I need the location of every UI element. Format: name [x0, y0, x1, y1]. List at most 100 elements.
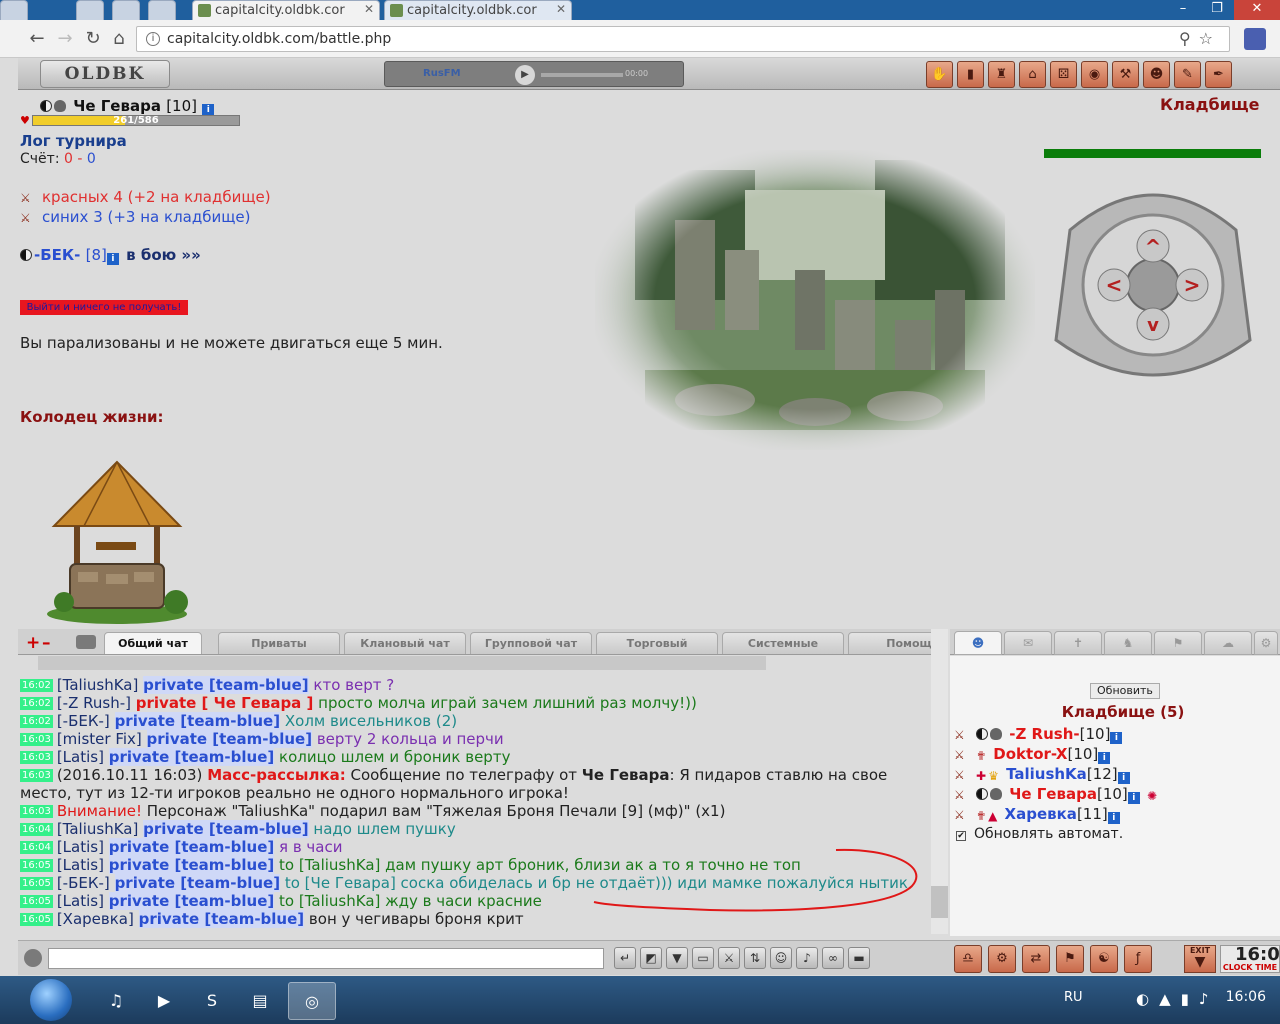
bag-icon[interactable]: ♜	[988, 61, 1015, 88]
tab-group-chat[interactable]: Групповой чат	[470, 632, 592, 654]
player-name[interactable]: TaliushKa	[1006, 765, 1087, 783]
message-author[interactable]: [Latis]	[57, 856, 104, 874]
message-recipient[interactable]: private [team-blue]	[138, 910, 305, 928]
message-author[interactable]: [TaliushKa]	[57, 820, 139, 838]
tab-trade[interactable]: Торговый	[596, 632, 718, 654]
online-players-tab-icon[interactable]: ☻	[954, 631, 1002, 655]
smiley-face-icon[interactable]	[24, 949, 42, 967]
chat-message-input[interactable]	[48, 948, 604, 969]
message-author[interactable]: [Latis]	[57, 892, 104, 910]
message-author[interactable]: Че Гевара	[582, 766, 670, 784]
sword-icon[interactable]: ⚔	[718, 947, 740, 969]
message-recipient[interactable]: private [team-blue]	[114, 874, 281, 892]
notes-icon[interactable]: ✎	[1174, 61, 1201, 88]
groups-tab-icon[interactable]: ♞	[1104, 631, 1152, 655]
browser-tab-pinned[interactable]	[0, 0, 28, 20]
message-recipient[interactable]: private [team-blue]	[108, 748, 275, 766]
tab-system[interactable]: Системные	[722, 632, 844, 654]
message-recipient[interactable]: private [team-blue]	[108, 892, 275, 910]
move-right-button[interactable]: >	[1175, 268, 1209, 302]
info-icon[interactable]: i	[1117, 772, 1130, 784]
translate-icon[interactable]: ⇅	[744, 947, 766, 969]
opponent-status[interactable]: в бою »»	[126, 246, 201, 264]
move-down-button[interactable]: v	[1136, 307, 1170, 341]
player-name[interactable]: Харевка	[1005, 805, 1077, 823]
file-explorer-icon[interactable]: ▤	[236, 982, 284, 1020]
bank-icon[interactable]: ⌂	[1019, 61, 1046, 88]
send-icon[interactable]: ↵	[614, 947, 636, 969]
checkbox-checked-icon[interactable]: ✔	[956, 831, 966, 841]
online-player-row[interactable]: ⚔ -Z Rush-[10] i	[954, 724, 1159, 744]
home-icon[interactable]: ⌂	[108, 28, 130, 50]
message-author[interactable]: [Latis]	[57, 838, 104, 856]
tournament-log-link[interactable]: Лог турнира	[20, 132, 127, 150]
flag-icon[interactable]: ⚑	[1056, 945, 1084, 973]
skype-icon[interactable]: S	[188, 982, 236, 1020]
player-name[interactable]: -Z Rush-	[1009, 725, 1079, 743]
browser-tab-pinned[interactable]	[112, 0, 140, 20]
money-bag-icon[interactable]: ♎	[954, 945, 982, 973]
chat-font-decrease-icon[interactable]: –	[42, 633, 51, 653]
stats-icon[interactable]: ▮	[957, 61, 984, 88]
online-player-row[interactable]: ⚔ Че Гевара[10] i ✺	[954, 784, 1159, 804]
emoticon-icon[interactable]: ☺	[770, 947, 792, 969]
game-logo[interactable]: OLDBK	[40, 60, 170, 88]
maximize-icon[interactable]: ❐	[1200, 0, 1234, 20]
exit-button[interactable]: EXIT ▼	[1184, 945, 1216, 973]
inventory-icon[interactable]: ✋	[926, 61, 953, 88]
info-icon[interactable]: i	[1110, 732, 1123, 744]
language-indicator[interactable]: RU	[1064, 990, 1083, 1005]
monitor-icon[interactable]: ▭	[692, 947, 714, 969]
yin-yang-icon[interactable]: ☯	[1090, 945, 1118, 973]
start-button[interactable]	[30, 979, 72, 1021]
chat-font-increase-icon[interactable]: +	[26, 633, 40, 653]
reload-icon[interactable]: ↻	[82, 28, 104, 50]
chrome-icon[interactable]: ◎	[288, 982, 336, 1020]
tab-privates[interactable]: Приваты	[218, 632, 340, 654]
browser-tab-pinned[interactable]	[148, 0, 176, 20]
close-window-icon[interactable]: ✕	[1234, 0, 1280, 20]
message-author[interactable]: [Харевка]	[57, 910, 134, 928]
settings-tab-icon[interactable]: ⚙	[1254, 631, 1278, 655]
well-of-life-icon[interactable]	[34, 456, 200, 624]
eraser-icon[interactable]: ◩	[640, 947, 662, 969]
forward-icon[interactable]: →	[54, 28, 76, 50]
message-recipient[interactable]: private [team-blue]	[108, 838, 275, 856]
move-up-button[interactable]: ^	[1136, 229, 1170, 263]
chat-scroll-thumb[interactable]	[931, 886, 948, 918]
info-icon[interactable]: i	[1107, 812, 1120, 824]
opponent-name[interactable]: -БЕК-	[34, 246, 80, 264]
zoom-star-icons[interactable]: ⚲☆	[1179, 29, 1221, 48]
mp3-cutter-icon[interactable]: ♫	[92, 982, 140, 1020]
message-author[interactable]: [Latis]	[57, 748, 104, 766]
refresh-button[interactable]: Обновить	[1090, 683, 1160, 699]
window-icon[interactable]: ▬	[848, 947, 870, 969]
filter-icon[interactable]: ▼	[666, 947, 688, 969]
character-name[interactable]: Че Гевара	[73, 97, 161, 115]
chat-horizontal-scrollbar[interactable]	[38, 656, 766, 670]
move-left-button[interactable]: <	[1097, 268, 1131, 302]
media-player-icon[interactable]: ▶	[140, 982, 188, 1020]
browser-tab-pinned[interactable]	[76, 0, 104, 20]
dice-icon[interactable]: ⚄	[1050, 61, 1077, 88]
message-recipient[interactable]: private [team-blue]	[146, 730, 313, 748]
info-icon[interactable]: i	[1127, 792, 1140, 804]
message-recipient[interactable]: private [team-blue]	[108, 856, 275, 874]
person-icon[interactable]: ☻	[1143, 61, 1170, 88]
ignore-tab-icon[interactable]: ☁	[1204, 631, 1252, 655]
enemies-tab-icon[interactable]: ⚑	[1154, 631, 1202, 655]
close-tab-icon[interactable]: ✕	[364, 2, 374, 16]
message-recipient[interactable]: private [team-blue]	[114, 712, 281, 730]
play-icon[interactable]: ▶	[515, 65, 535, 85]
sound-icon[interactable]: ♪	[796, 947, 818, 969]
tab-clan-chat[interactable]: Клановый чат	[344, 632, 466, 654]
system-clock[interactable]: 16:06	[1226, 989, 1266, 1005]
site-info-icon[interactable]: i	[146, 32, 160, 46]
friends-tab-icon[interactable]: ✉	[1004, 631, 1052, 655]
coin-icon[interactable]: ◉	[1081, 61, 1108, 88]
message-author[interactable]: [-БЕК-]	[57, 874, 110, 892]
clan-tab-icon[interactable]: ✝	[1054, 631, 1102, 655]
back-icon[interactable]: ←	[26, 28, 48, 50]
gears-icon[interactable]: ⚙	[988, 945, 1016, 973]
info-icon[interactable]: i	[1098, 752, 1111, 764]
